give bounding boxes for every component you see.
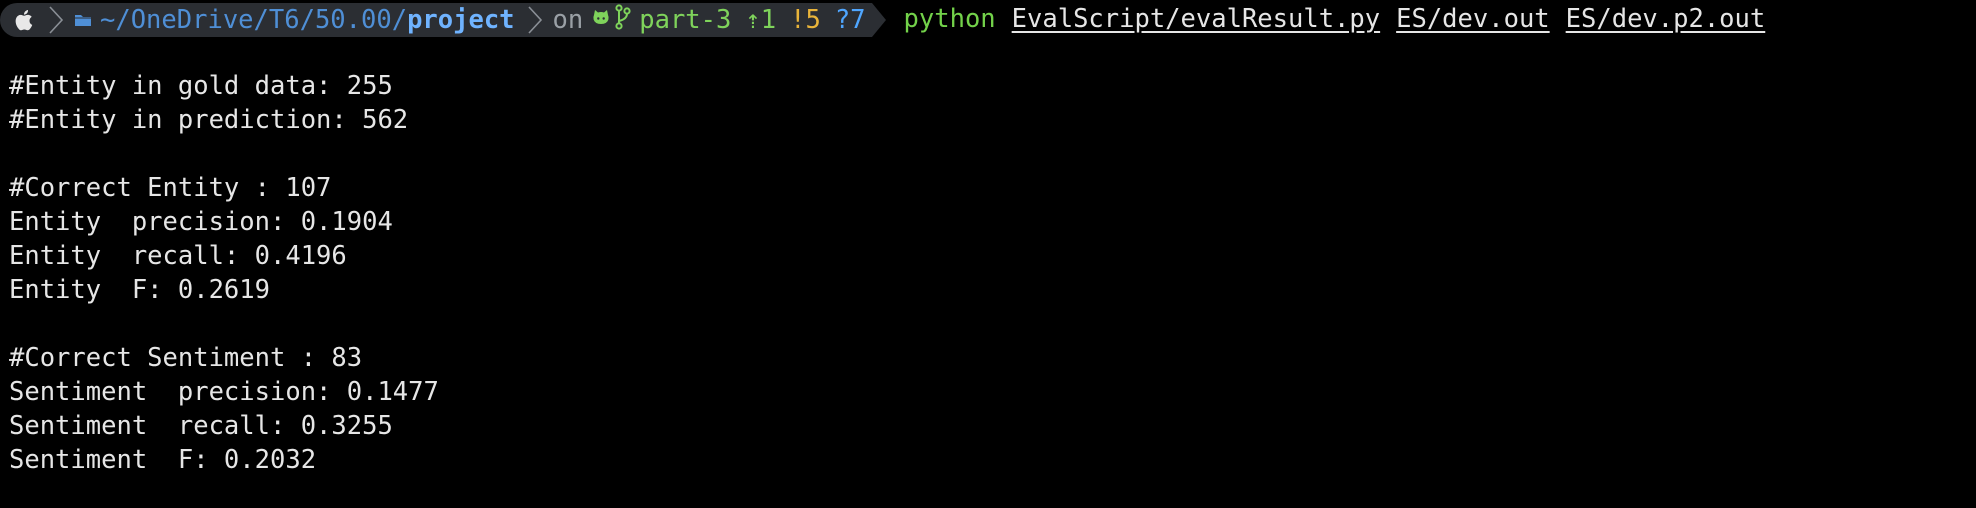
command-output: #Entity in gold data: 255 #Entity in pre…	[9, 69, 439, 477]
on-label: on	[552, 5, 584, 35]
command-arg-pred-file[interactable]: ES/dev.p2.out	[1566, 4, 1766, 34]
folder-icon	[74, 12, 92, 28]
apple-icon	[14, 7, 36, 33]
path-home: ~/OneDrive	[100, 5, 254, 35]
git-ahead-count: ⇡1	[745, 5, 777, 35]
command-arg-gold-file[interactable]: ES/dev.out	[1396, 4, 1550, 34]
github-icon	[591, 5, 611, 35]
output-line: Entity F: 0.2619	[9, 275, 270, 305]
path-segment: ~/OneDrive /T6/50.00/project	[74, 5, 515, 35]
output-line: Sentiment precision: 0.1477	[9, 377, 439, 407]
output-line: #Entity in gold data: 255	[9, 71, 393, 101]
command-line[interactable]: python EvalScript/evalResult.py ES/dev.o…	[904, 4, 1782, 34]
git-segment: on part-3 ⇡1 !5 ?7	[552, 3, 866, 37]
path-middle: /T6/50.00/	[253, 5, 408, 35]
output-line: #Correct Entity : 107	[9, 173, 332, 203]
git-branch-name: part-3	[639, 5, 732, 35]
segment-separator-icon	[38, 3, 72, 37]
git-untracked-count: ?7	[834, 5, 866, 35]
output-line: Entity precision: 0.1904	[9, 207, 393, 237]
output-line: Entity recall: 0.4196	[9, 241, 347, 271]
segment-separator-icon	[517, 3, 551, 37]
prompt-line: ~/OneDrive /T6/50.00/project on part-3 ⇡…	[0, 0, 1976, 38]
terminal-window[interactable]: ~/OneDrive /T6/50.00/project on part-3 ⇡…	[0, 0, 1976, 508]
command-program: python	[903, 4, 996, 34]
git-modified-count: !5	[790, 5, 821, 35]
command-arg-script[interactable]: EvalScript/evalResult.py	[1012, 4, 1380, 34]
prompt-end-arrow-icon	[871, 3, 886, 37]
prompt-segments: ~/OneDrive /T6/50.00/project on part-3 ⇡…	[0, 3, 872, 37]
git-branch-icon	[615, 3, 631, 37]
output-line: #Correct Sentiment : 83	[9, 343, 363, 373]
output-line: Sentiment recall: 0.3255	[9, 411, 393, 441]
path-current-dir: project	[407, 5, 515, 35]
output-line: Sentiment F: 0.2032	[9, 445, 317, 475]
output-line: #Entity in prediction: 562	[9, 105, 409, 135]
